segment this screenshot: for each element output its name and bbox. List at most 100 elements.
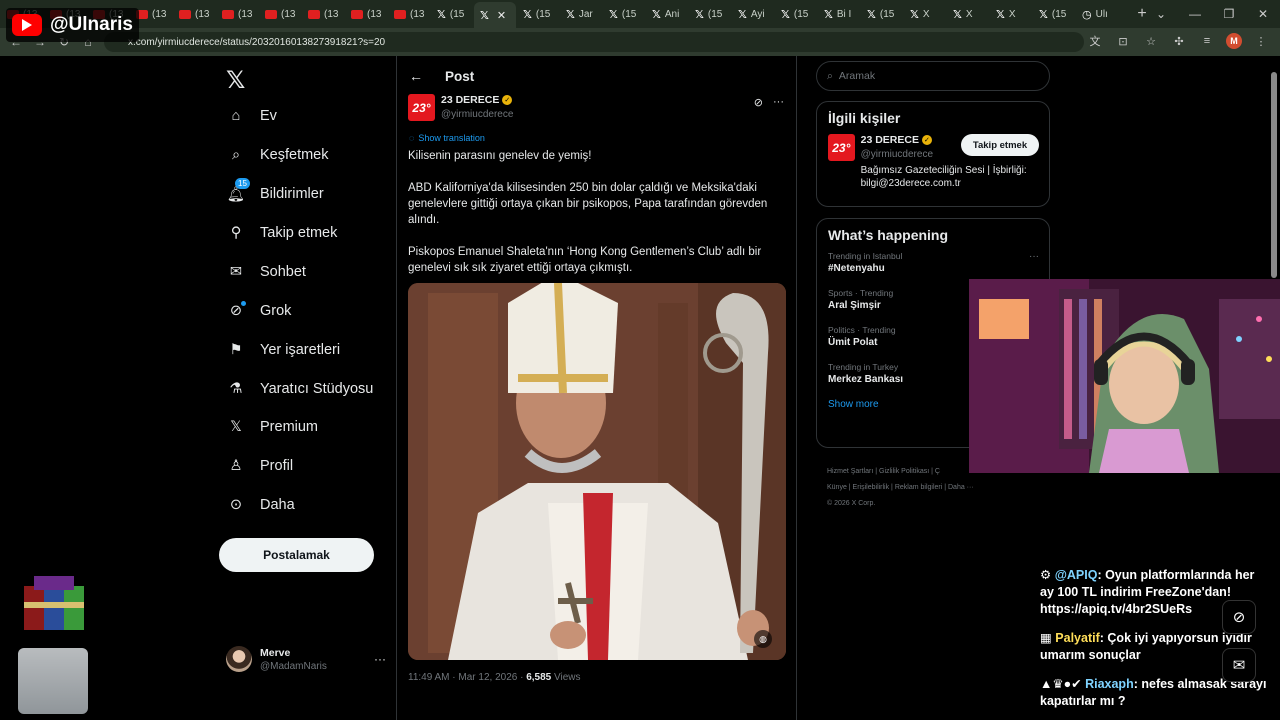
browser-tab[interactable]: 𝕏 (15 [775,3,817,25]
browser-tab[interactable]: 𝕏 (15 [689,3,731,25]
nav-item[interactable]: ⊘ Grok [226,299,291,323]
account-switcher[interactable]: Merve @MadamNaris ··· [226,643,386,675]
browser-tab[interactable]: 𝕏 (15 [603,3,645,25]
close-icon[interactable]: ✕ [1246,7,1280,21]
menu-icon[interactable]: ⋮ [1252,32,1270,50]
nav-item[interactable]: 🔔︎ 15 Bildirimler [226,178,324,206]
youtube-favicon-icon [179,9,191,19]
post-meta: 11:49 AM · Mar 12, 2026 · 6,585 Views [408,672,581,683]
nav-item-label: Keşfetmek [260,147,329,163]
browser-tab[interactable]: 𝕏 (15 [431,3,473,25]
extensions-icon[interactable]: ✣ [1170,32,1188,50]
user-handle: @MadamNaris [260,660,327,672]
related-avatar[interactable]: 23° [828,134,855,161]
trend-item[interactable]: Trending in Istanbul #Netenyahu ··· [817,251,1049,274]
browser-tab[interactable]: 𝕏 Bi I [818,3,860,25]
grok-icon[interactable]: ⊘ [754,96,763,109]
bishop-photo [408,283,786,660]
browser-tab[interactable]: ◷ Ulı [1076,3,1118,25]
browser-tab[interactable]: 𝕏X [990,3,1032,25]
nav-item[interactable]: 𝕏 Premium [226,415,318,439]
browser-tab[interactable]: 𝕏X [947,3,989,25]
browser-tab[interactable]: (13 [302,3,344,25]
tab-label: (15 [621,8,637,20]
browser-tab[interactable]: 𝕏 Ayi [732,3,774,25]
winrar-icon[interactable] [24,576,84,632]
browser-tab[interactable]: (13 [173,3,215,25]
nav-item[interactable]: ⚑ Yer işaretleri [226,338,341,362]
tab-label: (15 [535,8,551,20]
left-navigation: 𝕏 ⌂ Ev ⌕ Keşfetmek 🔔︎ 15 Bildirimler ⚲ Takip etm… [218,60,396,720]
nav-item[interactable]: ⌂ Ev [226,104,277,128]
envelope-icon: ✉ [229,264,243,280]
tab-label: (13 [238,8,253,20]
scrollbar-thumb[interactable] [1271,72,1277,278]
nav-item[interactable]: ⌕ Keşfetmek [226,143,329,167]
nav-item-label: Ev [260,108,277,124]
nav-item[interactable]: ♙ Profil [226,454,294,478]
more-icon[interactable]: ··· [374,652,386,666]
back-arrow-icon[interactable]: ← [409,68,423,84]
footer-line-2[interactable]: Künye | Erişilebilirlik | Reklam bilgile… [827,480,1037,496]
follow-button[interactable]: Takip etmek [961,134,1039,156]
tab-label: (15 [1051,8,1067,20]
browser-tab[interactable]: 𝕏 Ani [646,3,688,25]
nav-item-label: Premium [260,419,319,435]
minimize-icon[interactable]: — [1178,7,1212,21]
view-count: 6,585 [526,672,552,683]
envelope-icon[interactable]: ✉ [1222,648,1256,682]
nav-item[interactable]: ⚗ Yaratıcı Stüdyosu [226,377,374,401]
post-author[interactable]: 23° 23 DERECE ✓ @yirmiucderece [408,94,513,121]
x-favicon-icon: 𝕏 [523,8,532,21]
maximize-icon[interactable]: ❐ [1212,7,1246,21]
youtube-logo-icon [12,14,42,36]
search-input[interactable]: ⌕ Aramak [816,61,1050,91]
nav-item[interactable]: ⊙ Daha [226,493,295,517]
browser-tab[interactable]: 𝕏 (15 [861,3,903,25]
more-icon[interactable]: ··· [773,96,784,109]
verified-badge-icon: ✓ [921,135,932,145]
browser-tab[interactable]: 𝕏X [904,3,946,25]
browser-tab[interactable]: 𝕏 Jar [560,3,602,25]
tab-label: (13 [324,8,339,20]
media-icon[interactable]: ≡ [1198,32,1216,50]
nav-item[interactable]: ⚲ Takip etmek [226,221,338,245]
nav-item-label: Grok [260,303,292,319]
page-title: Post [445,68,475,84]
x-logo-icon[interactable]: 𝕏 [226,66,245,95]
related-person[interactable]: 23° 23 DERECE ✓ @yirmiucderece Bağımsız … [817,134,1049,190]
browser-tab[interactable]: 𝕏 ✕ [474,2,516,28]
post-actions: ⊘ ··· [754,96,784,109]
tab-label: (13 [410,8,425,20]
profile-avatar[interactable]: M [1226,33,1242,49]
post-time[interactable]: 11:49 AM · Mar 12, 2026 · [408,672,526,683]
main-column: ← Post 23° 23 DERECE ✓ @yirmiucderece ⊘ … [396,56,797,720]
close-tab-icon[interactable]: ✕ [497,9,506,22]
grok-icon[interactable]: ⊘ [1222,600,1256,634]
translate-icon[interactable]: 文 [1086,32,1104,50]
x-favicon-icon: 𝕏 [910,8,919,21]
browser-tab[interactable]: 𝕏 (15 [1033,3,1075,25]
star-icon[interactable]: ☆ [1142,32,1160,50]
browser-tab[interactable]: (13 [345,3,387,25]
notification-badge: 15 [235,178,250,189]
browser-tab[interactable]: (13 [216,3,258,25]
browser-tab[interactable]: 𝕏 (15 [517,3,559,25]
post-image[interactable]: ◍ [408,283,786,660]
post-button[interactable]: Postalamak [219,538,374,572]
install-icon[interactable]: ⊡ [1114,32,1132,50]
author-name[interactable]: 23 DERECE [441,94,499,106]
browser-tab[interactable]: (13 [259,3,301,25]
related-name[interactable]: 23 DERECE [861,134,919,146]
url-field[interactable]: x.com/yirmiucderece/status/2032016013827… [104,32,1084,52]
author-avatar[interactable]: 23° [408,94,435,121]
youtube-favicon-icon [308,9,320,19]
chevron-down-icon[interactable]: ⌄ [1144,7,1178,21]
more-icon[interactable]: ··· [1029,251,1039,262]
recycle-bin-icon[interactable] [18,648,88,714]
alt-text-icon[interactable]: ◍ [754,630,772,648]
user-name: Merve [260,646,291,659]
browser-tab[interactable]: (13 [388,3,430,25]
show-translation-link[interactable]: ◌ Show translation [409,133,485,143]
nav-item[interactable]: ✉ Sohbet [226,260,306,284]
